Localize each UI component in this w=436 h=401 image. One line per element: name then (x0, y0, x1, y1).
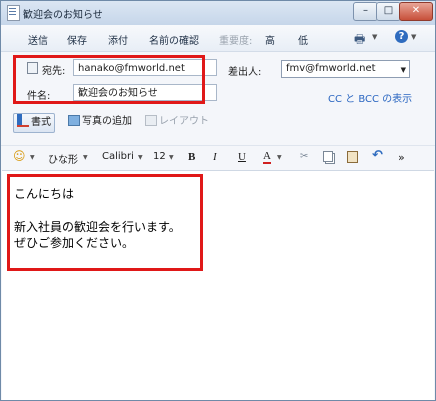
compose-window: 歓迎会のお知らせ – □ ✕ 送信 保存 添付 名前の確認 重要度: 高 低 🖶… (0, 0, 436, 401)
bold-button[interactable]: B (188, 151, 195, 163)
more-options-icon[interactable]: » (398, 151, 405, 164)
photo-icon (68, 115, 80, 126)
formatting-toolbar: ☺ ▼ ひな形 ▼ Calibri ▼ 12 ▼ B I U A ▼ ✂ ↶ » (1, 145, 435, 168)
layout-button[interactable]: レイアウト (142, 113, 212, 131)
from-select[interactable]: fmv@fmworld.net ▼ (281, 60, 410, 78)
from-value: fmv@fmworld.net (286, 63, 376, 74)
from-label: 差出人: (228, 67, 262, 78)
font-color-button[interactable]: A (263, 151, 271, 164)
check-names-button[interactable]: 名前の確認 (149, 32, 199, 47)
paste-icon[interactable] (347, 151, 358, 166)
add-photo-label: 写真の追加 (82, 116, 132, 127)
importance-high-button[interactable]: 高 (265, 32, 275, 47)
chevron-down-icon[interactable]: ▼ (83, 154, 88, 161)
cut-icon[interactable]: ✂ (300, 151, 308, 162)
layout-icon (145, 115, 157, 126)
importance-low-button[interactable]: 低 (298, 32, 308, 47)
send-receive-icon[interactable]: 🖶 (354, 30, 365, 51)
format-button[interactable]: 書式 (13, 113, 55, 133)
cc-bcc-link[interactable]: CC と BCC の表示 (328, 90, 412, 105)
maximize-button[interactable]: □ (376, 2, 401, 21)
highlight-frame-body (7, 174, 203, 271)
template-dropdown[interactable]: ひな形 (48, 151, 78, 166)
window-title: 歓迎会のお知らせ (23, 10, 103, 21)
menu-bar: 送信 保存 添付 名前の確認 重要度: 高 低 🖶 ▼ ? ▼ (1, 25, 435, 52)
highlight-frame-header (13, 55, 205, 104)
layout-label: レイアウト (159, 116, 209, 127)
font-dropdown[interactable]: Calibri (102, 151, 134, 162)
importance-label: 重要度: (219, 36, 253, 47)
chevron-down-icon[interactable]: ▼ (372, 33, 377, 41)
save-button[interactable]: 保存 (67, 32, 87, 47)
format-row: 書式 写真の追加 レイアウト (1, 109, 435, 135)
close-button[interactable]: ✕ (399, 2, 433, 21)
chevron-down-icon[interactable]: ▼ (30, 154, 35, 161)
emoticon-icon[interactable]: ☺ (13, 149, 26, 163)
minimize-button[interactable]: – (353, 2, 378, 21)
attach-button[interactable]: 添付 (108, 32, 128, 47)
format-icon (17, 114, 29, 127)
chevron-down-icon[interactable]: ▼ (411, 33, 416, 41)
add-photo-button[interactable]: 写真の追加 (65, 113, 135, 131)
message-icon (7, 5, 20, 21)
send-button[interactable]: 送信 (28, 32, 48, 47)
chevron-down-icon: ▼ (400, 66, 406, 74)
underline-button[interactable]: U (238, 151, 246, 163)
format-label: 書式 (31, 117, 51, 128)
chevron-down-icon[interactable]: ▼ (138, 154, 143, 161)
copy-icon[interactable] (323, 151, 333, 165)
chevron-down-icon[interactable]: ▼ (169, 154, 174, 161)
title-bar: 歓迎会のお知らせ – □ ✕ (1, 1, 435, 25)
undo-icon[interactable]: ↶ (372, 148, 383, 163)
font-size-dropdown[interactable]: 12 (153, 151, 166, 162)
chevron-down-icon[interactable]: ▼ (277, 154, 282, 161)
italic-button[interactable]: I (213, 151, 217, 163)
help-icon[interactable]: ? (395, 30, 408, 43)
